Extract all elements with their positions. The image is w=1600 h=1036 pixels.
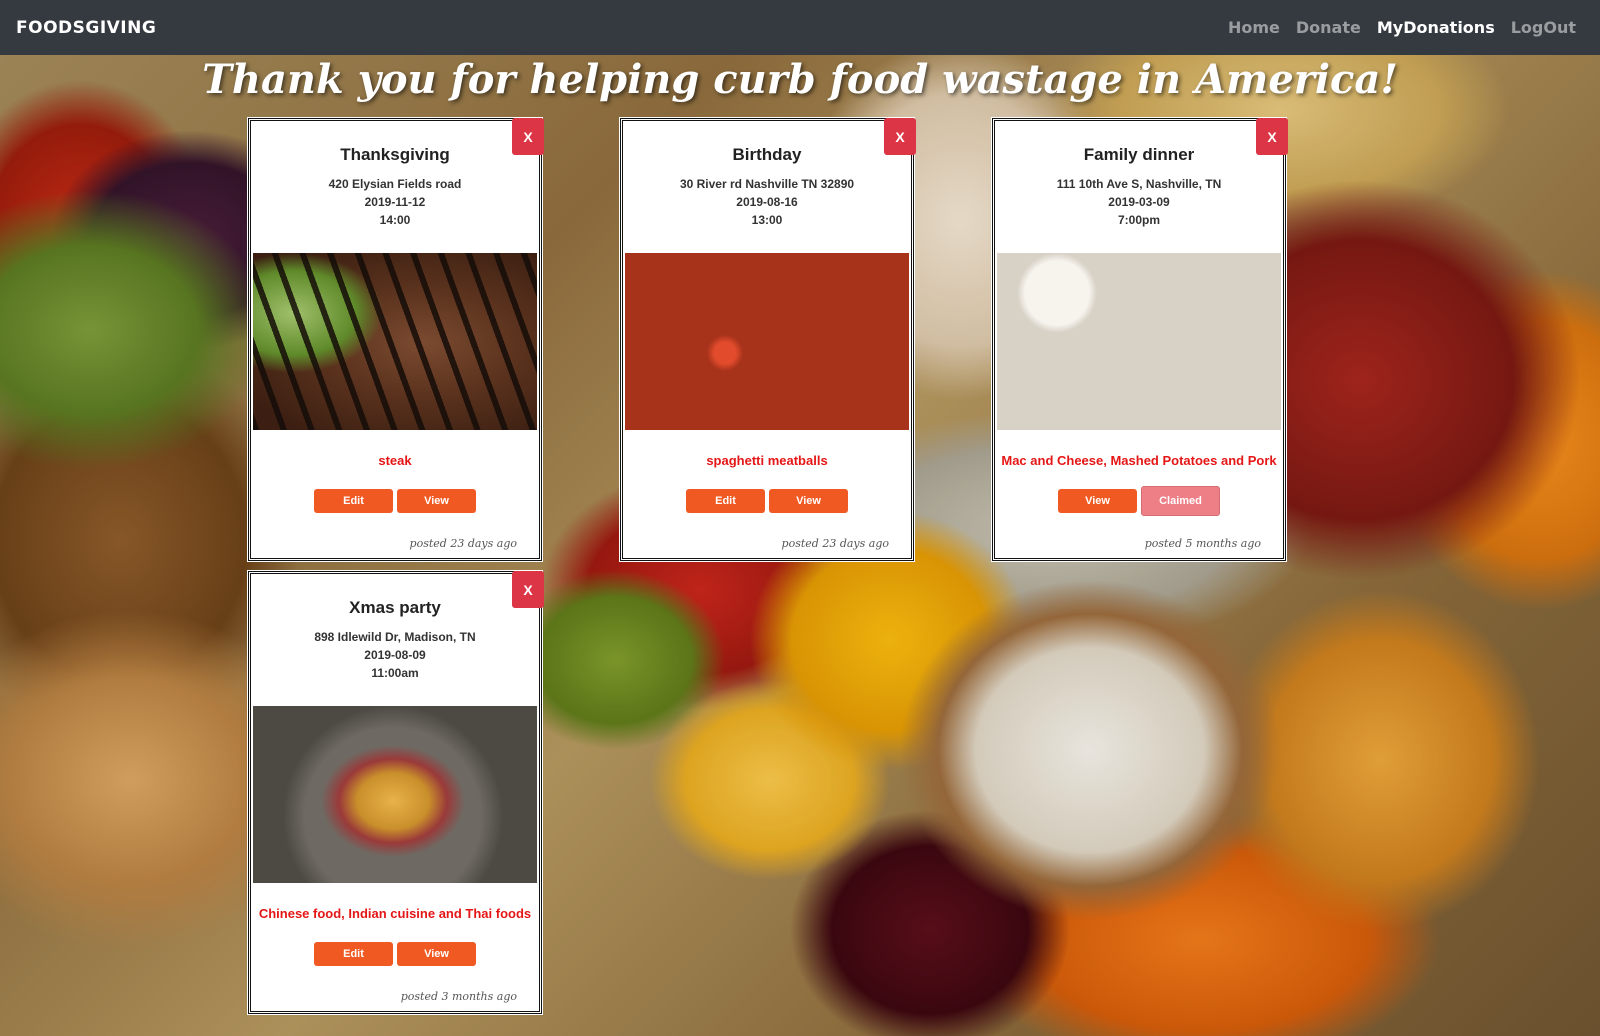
navbar: FOODSGIVING Home Donate MyDonations LogO… [0,0,1600,55]
nav-mydonations-link[interactable]: MyDonations [1377,18,1495,37]
card-food-name: Mac and Cheese, Mashed Potatoes and Pork [1001,453,1277,468]
card-title: Birthday [732,145,802,164]
food-image [253,253,537,430]
nav-donate-link[interactable]: Donate [1296,18,1361,37]
card-date: 2019-08-16 [736,195,798,209]
card-address: 30 River rd Nashville TN 32890 [679,177,855,191]
delete-card-button[interactable]: X [1256,118,1288,155]
posted-time: posted 23 days ago [781,537,889,550]
card-actions: Edit View [251,942,539,966]
edit-button[interactable]: Edit [686,489,765,513]
donation-card: X Thanksgiving 420 Elysian Fields road 2… [247,117,544,562]
view-button[interactable]: View [397,942,476,966]
food-image [997,253,1281,430]
posted-time: posted 3 months ago [400,990,517,1003]
card-title: Family dinner [1083,145,1195,164]
card-meta: 111 10th Ave S, Nashville, TN 2019-03-09… [995,175,1283,229]
donation-card: X Birthday 30 River rd Nashville TN 3289… [619,117,916,562]
view-button[interactable]: View [769,489,848,513]
card-meta: 420 Elysian Fields road 2019-11-12 14:00 [251,175,539,229]
edit-button[interactable]: Edit [314,942,393,966]
food-image [253,706,537,883]
donation-card: X Xmas party 898 Idlewild Dr, Madison, T… [247,570,544,1015]
food-image [625,253,909,430]
card-actions: Edit View [623,489,911,513]
card-time: 14:00 [379,213,411,227]
card-address: 111 10th Ave S, Nashville, TN [1056,177,1222,191]
card-date: 2019-03-09 [1108,195,1170,209]
claimed-button[interactable]: Claimed [1141,486,1220,516]
card-title: Xmas party [349,598,441,617]
card-address: 420 Elysian Fields road [328,177,462,191]
donation-card: X Family dinner 111 10th Ave S, Nashvill… [991,117,1288,562]
delete-card-button[interactable]: X [512,118,544,155]
card-title: Thanksgiving [340,145,450,164]
card-meta: 898 Idlewild Dr, Madison, TN 2019-08-09 … [251,628,539,682]
edit-button[interactable]: Edit [314,489,393,513]
card-time: 13:00 [751,213,783,227]
card-meta: 30 River rd Nashville TN 32890 2019-08-1… [623,175,911,229]
card-actions: View Claimed [995,486,1283,516]
view-button[interactable]: View [397,489,476,513]
card-date: 2019-08-09 [364,648,426,662]
card-address: 898 Idlewild Dr, Madison, TN [314,630,476,644]
card-date: 2019-11-12 [364,195,426,209]
page-title: Thank you for helping curb food wastage … [202,56,1398,103]
card-food-name: steak [378,453,412,468]
delete-card-button[interactable]: X [884,118,916,155]
card-time: 7:00pm [1117,213,1161,227]
card-actions: Edit View [251,489,539,513]
nav-home-link[interactable]: Home [1228,18,1280,37]
view-button[interactable]: View [1058,489,1137,513]
card-food-name: Chinese food, Indian cuisine and Thai fo… [258,906,532,921]
posted-time: posted 5 months ago [1144,537,1261,550]
card-time: 11:00am [371,666,419,680]
posted-time: posted 23 days ago [409,537,517,550]
nav-links: Home Donate MyDonations LogOut [1228,18,1584,37]
nav-logout-link[interactable]: LogOut [1511,18,1576,37]
card-food-name: spaghetti meatballs [706,453,828,468]
delete-card-button[interactable]: X [512,571,544,608]
brand-logo[interactable]: FOODSGIVING [16,18,156,38]
